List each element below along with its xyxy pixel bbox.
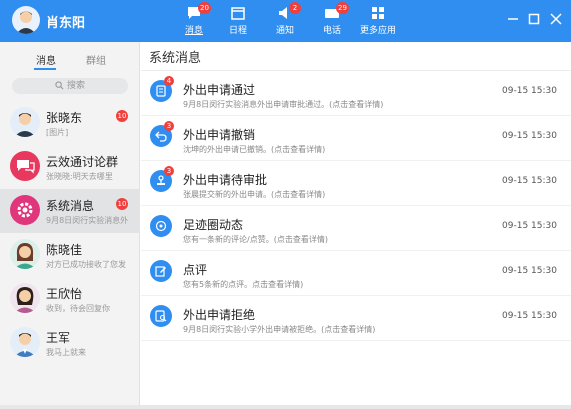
contact-preview: 对方已成功接收了您发 xyxy=(46,260,126,269)
message-item[interactable]: 4 外出申请通过 9月8日闵行实验消息外出申请审批通过。(点击查看详情) 09-… xyxy=(141,71,571,116)
message-desc: 9月8日闵行实验消息外出申请审批通过。(点击查看详情) xyxy=(183,100,384,109)
nav-messages[interactable]: 20 消息 xyxy=(172,2,216,40)
avatar xyxy=(10,283,40,313)
contact-item[interactable]: 张晓东 [图片] 10 xyxy=(0,101,140,145)
document-search-icon xyxy=(150,305,172,327)
message-desc: 您有一条新的评论/点赞。(点击查看详情) xyxy=(183,235,328,244)
message-desc: 沈坤的外出申请已撤销。(点击查看详情) xyxy=(183,145,326,154)
nav-badge: 20 xyxy=(198,2,211,14)
active-tab-indicator xyxy=(34,68,56,70)
avatar xyxy=(10,239,40,269)
message-item[interactable]: 外出申请拒绝 9月8日闵行实验小学外出申请被拒绝。(点击查看详情) 09-15 … xyxy=(141,296,571,341)
contact-name: 云效通讨论群 xyxy=(46,155,119,169)
tab-groups[interactable]: 群组 xyxy=(86,52,106,67)
message-item[interactable]: 3 外出申请待审批 张晨提交新的外出申请。(点击查看详情) 09-15 15:3… xyxy=(141,161,571,206)
message-item[interactable]: 3 外出申请撤销 沈坤的外出申请已撤销。(点击查看详情) 09-15 15:30 xyxy=(141,116,571,161)
contact-name: 陈晓佳 xyxy=(46,243,83,257)
message-time: 09-15 15:30 xyxy=(502,131,557,141)
contact-name: 系统消息 xyxy=(46,199,95,213)
user-avatar[interactable] xyxy=(12,6,40,34)
contact-preview: 9月8日闵行实验消息外 xyxy=(46,216,129,225)
contact-preview: 我马上就来 xyxy=(46,348,86,357)
contact-preview: 张晓晓:明天去哪里 xyxy=(46,172,113,181)
message-title: 外出申请拒绝 xyxy=(183,308,256,322)
message-desc: 张晨提交新的外出申请。(点击查看详情) xyxy=(183,190,326,199)
message-desc: 9月8日闵行实验小学外出申请被拒绝。(点击查看详情) xyxy=(183,325,376,334)
message-desc: 您有5条新的点评。点击查看详情) xyxy=(183,280,304,289)
system-messages-panel: 系统消息 4 外出申请通过 9月8日闵行实验消息外出申请审批通过。(点击查看详情… xyxy=(141,42,571,409)
contact-item[interactable]: 云效通讨论群 张晓晓:明天去哪里 xyxy=(0,145,140,189)
message-badge: 3 xyxy=(164,166,174,176)
contact-item[interactable]: 陈晓佳 对方已成功接收了您发 xyxy=(0,233,140,277)
contact-name: 张晓东 xyxy=(46,111,83,125)
footprint-icon xyxy=(150,215,172,237)
contact-name: 王欣怡 xyxy=(46,287,83,301)
unread-badge: 10 xyxy=(116,110,128,122)
nav-more-apps[interactable]: 更多应用 xyxy=(356,2,400,40)
nav-label: 日程 xyxy=(228,26,247,36)
nav-notice[interactable]: 2 通知 xyxy=(263,2,307,40)
group-chat-icon xyxy=(10,151,40,181)
calendar-icon xyxy=(231,7,245,20)
sidebar: 消息 群组 搜索 张晓东 [图片] 10 云效通讨论群 张晓晓:明天去哪里 系统… xyxy=(0,42,140,409)
message-title: 点评 xyxy=(183,263,208,277)
message-time: 09-15 15:30 xyxy=(502,311,557,321)
close-icon[interactable] xyxy=(548,11,564,27)
nav-badge: 2 xyxy=(289,2,301,14)
message-badge: 4 xyxy=(164,76,174,86)
sidebar-tabs: 消息 群组 xyxy=(0,42,140,72)
nav-label: 电话 xyxy=(322,26,341,36)
contact-item[interactable]: 王欣怡 收到，待会回复你 xyxy=(0,277,140,321)
contact-item[interactable]: 王军 我马上就来 xyxy=(0,321,140,365)
message-title: 足迹圈动态 xyxy=(183,218,244,232)
avatar xyxy=(10,327,40,357)
message-badge: 3 xyxy=(164,121,174,131)
unread-badge: 10 xyxy=(116,198,128,210)
apps-icon xyxy=(372,7,384,19)
message-time: 09-15 15:30 xyxy=(502,221,557,231)
nav-label: 更多应用 xyxy=(359,26,396,36)
nav-label: 通知 xyxy=(275,26,294,36)
minimize-icon[interactable] xyxy=(505,11,521,27)
maximize-icon[interactable] xyxy=(526,11,542,27)
user-name: 肖东阳 xyxy=(46,16,86,31)
gear-icon xyxy=(10,195,40,225)
page-title: 系统消息 xyxy=(149,51,202,66)
message-item[interactable]: 点评 您有5条新的点评。点击查看详情) 09-15 15:30 xyxy=(141,251,571,296)
message-title: 外出申请通过 xyxy=(183,83,256,97)
title-bar: 肖东阳 20 消息 日程 2 通知 29 电话 更多应用 xyxy=(0,0,571,42)
message-title: 外出申请撤销 xyxy=(183,128,256,142)
search-icon xyxy=(55,81,64,90)
message-item[interactable]: 足迹圈动态 您有一条新的评论/点赞。(点击查看详情) 09-15 15:30 xyxy=(141,206,571,251)
avatar xyxy=(10,107,40,137)
bottom-border xyxy=(0,405,571,409)
message-time: 09-15 15:30 xyxy=(502,176,557,186)
message-time: 09-15 15:30 xyxy=(502,86,557,96)
contact-item[interactable]: 系统消息 9月8日闵行实验消息外 10 xyxy=(0,189,140,233)
contact-name: 王军 xyxy=(46,331,71,345)
edit-icon xyxy=(150,260,172,282)
message-title: 外出申请待审批 xyxy=(183,173,268,187)
contact-preview: [图片] xyxy=(46,128,69,137)
nav-badge: 29 xyxy=(336,2,349,14)
search-placeholder: 搜索 xyxy=(66,81,85,91)
message-time: 09-15 15:30 xyxy=(502,266,557,276)
nav-schedule[interactable]: 日程 xyxy=(216,2,260,40)
nav-phone[interactable]: 29 电话 xyxy=(310,2,354,40)
tab-messages[interactable]: 消息 xyxy=(36,52,56,67)
search-input[interactable]: 搜索 xyxy=(12,78,128,94)
nav-label: 消息 xyxy=(184,26,203,36)
contact-preview: 收到，待会回复你 xyxy=(46,304,110,313)
